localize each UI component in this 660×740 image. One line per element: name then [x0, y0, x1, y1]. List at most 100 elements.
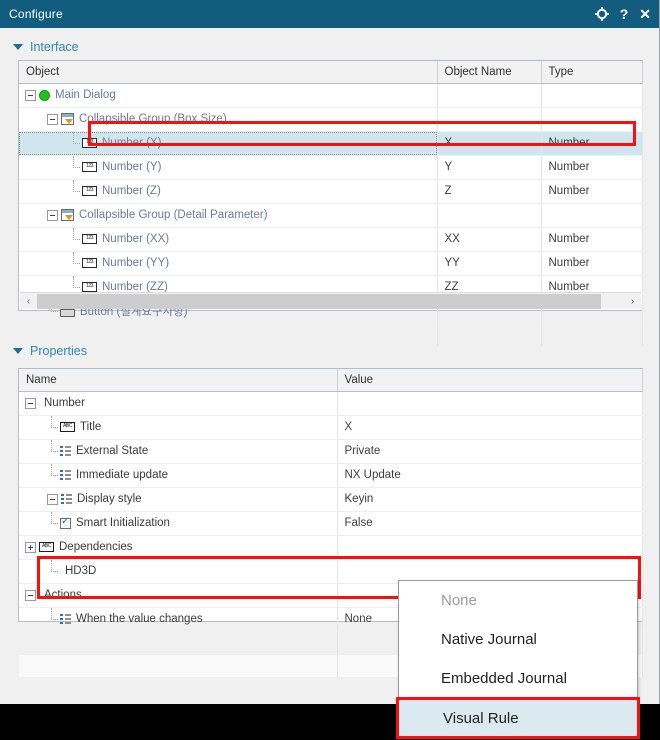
table-row[interactable]: Display style Keyin	[19, 487, 643, 512]
tree-node-label: Collapsible Group (Detail Parameter)	[79, 209, 268, 221]
cell-object-name[interactable]: YY	[437, 251, 542, 276]
cell-object[interactable]: Collapsible Group (Box Size)	[19, 107, 438, 132]
tree-expander-toggle[interactable]	[47, 493, 58, 505]
cell-property-name[interactable]: When the value changes	[19, 607, 338, 632]
tree-connector	[69, 179, 80, 197]
cell-object-name[interactable]	[437, 203, 542, 228]
gear-icon[interactable]	[594, 7, 609, 21]
cell-empty	[19, 654, 338, 678]
action-type-dropdown-menu[interactable]: None Native Journal Embedded Journal	[398, 580, 638, 699]
cell-property-value[interactable]: False	[337, 511, 643, 536]
tree-node-label: Number (YY)	[102, 257, 170, 269]
cell-object-name[interactable]	[437, 83, 542, 108]
cell-property-value[interactable]: Private	[337, 439, 643, 464]
cell-object[interactable]: 123 Number (YY)	[19, 251, 438, 276]
cell-property-name[interactable]: Actions	[19, 583, 338, 608]
cell-type[interactable]	[541, 203, 643, 228]
cell-object-name[interactable]: Y	[437, 155, 542, 180]
cell-type[interactable]	[541, 83, 643, 108]
cell-object-name[interactable]: XX	[437, 227, 542, 252]
cell-property-name[interactable]: HD3D	[19, 559, 338, 584]
table-row[interactable]: ABC Title X	[19, 415, 643, 440]
close-icon[interactable]: ✕	[639, 7, 651, 21]
property-name-label: Display style	[77, 493, 142, 505]
tree-expander-toggle[interactable]	[47, 209, 58, 221]
cell-property-name[interactable]: External State	[19, 439, 338, 464]
menu-item-visual-rule[interactable]: Visual Rule	[396, 697, 640, 739]
table-row[interactable]: 123 Number (X) X Number	[19, 131, 643, 156]
table-row[interactable]: Smart Initialization False	[19, 511, 643, 536]
column-header-value[interactable]: Value	[337, 369, 643, 392]
table-row[interactable]: Number	[19, 391, 643, 416]
menu-item-none[interactable]: None	[399, 581, 637, 620]
table-row[interactable]: ABC Dependencies	[19, 535, 643, 560]
cell-type[interactable]: Number	[541, 131, 643, 156]
number-field-icon: 123	[82, 186, 97, 196]
help-icon[interactable]: ?	[620, 7, 629, 21]
scroll-left-arrow-icon[interactable]: ‹	[20, 293, 37, 310]
tree-connector	[69, 251, 80, 269]
column-header-name[interactable]: Name	[19, 369, 338, 392]
cell-type[interactable]: Number	[541, 155, 643, 180]
tree-node-label: Number (XX)	[102, 233, 170, 245]
cell-property-name[interactable]: Smart Initialization	[19, 511, 338, 536]
cell-object[interactable]: 123 Number (XX)	[19, 227, 438, 252]
table-row[interactable]: Main Dialog	[19, 83, 643, 108]
cell-object[interactable]: 123 Number (Y)	[19, 155, 438, 180]
cell-object[interactable]: 123 Number (X)	[19, 131, 438, 156]
cell-property-value[interactable]	[337, 391, 643, 416]
number-field-icon: 123	[82, 258, 97, 268]
tree-expander-toggle[interactable]	[25, 589, 36, 601]
cell-property-value[interactable]: X	[337, 415, 643, 440]
cell-object-name[interactable]	[437, 107, 542, 132]
scrollbar-track[interactable]	[37, 293, 624, 309]
dialog-icon	[39, 89, 50, 101]
scroll-right-arrow-icon[interactable]: ›	[624, 293, 641, 310]
property-name-label: Dependencies	[59, 541, 133, 553]
number-field-icon: 123	[82, 282, 97, 292]
cell-property-name[interactable]: Display style	[19, 487, 338, 512]
tree-expander-toggle[interactable]	[25, 89, 36, 101]
cell-property-name[interactable]: ABC Title	[19, 415, 338, 440]
cell-property-name[interactable]: Number	[19, 391, 338, 416]
table-row[interactable]: 123 Number (XX) XX Number	[19, 227, 643, 252]
table-row[interactable]: Collapsible Group (Box Size)	[19, 107, 643, 132]
table-row[interactable]: 123 Number (Z) Z Number	[19, 179, 643, 204]
table-row[interactable]: Immediate update NX Update	[19, 463, 643, 488]
cell-type[interactable]	[541, 107, 643, 132]
cell-object-name[interactable]: Z	[437, 179, 542, 204]
interface-horizontal-scrollbar[interactable]: ‹ ›	[20, 292, 641, 309]
column-header-type[interactable]: Type	[541, 61, 643, 84]
cell-type[interactable]: Number	[541, 251, 643, 276]
properties-section-header[interactable]: Properties	[0, 340, 87, 362]
tree-expander-toggle[interactable]	[47, 113, 58, 125]
cell-type[interactable]: Number	[541, 179, 643, 204]
table-row[interactable]: 123 Number (Y) Y Number	[19, 155, 643, 180]
cell-property-value[interactable]: Keyin	[337, 487, 643, 512]
tree-connector	[47, 607, 58, 625]
tree-expander-toggle[interactable]	[25, 541, 36, 553]
cell-object-name[interactable]: X	[437, 131, 542, 156]
column-header-object-name[interactable]: Object Name	[437, 61, 542, 84]
tree-connector	[47, 559, 58, 577]
tree-expander-toggle[interactable]	[25, 397, 36, 409]
table-row[interactable]: 123 Number (YY) YY Number	[19, 251, 643, 276]
cell-property-value[interactable]: NX Update	[337, 463, 643, 488]
column-header-object[interactable]: Object	[19, 61, 438, 84]
cell-property-name[interactable]: ABC Dependencies	[19, 535, 338, 560]
cell-object[interactable]: 123 Number (Z)	[19, 179, 438, 204]
tree-node-label: Number (X)	[102, 137, 162, 149]
cell-property-name[interactable]: Immediate update	[19, 463, 338, 488]
scrollbar-thumb[interactable]	[37, 293, 601, 309]
menu-item-native-journal[interactable]: Native Journal	[399, 620, 637, 659]
table-row[interactable]: External State Private	[19, 439, 643, 464]
screenshot-root: Configure ? ✕ Interface Object Object Na…	[0, 0, 660, 740]
cell-property-value[interactable]	[337, 535, 643, 560]
table-row[interactable]: Collapsible Group (Detail Parameter)	[19, 203, 643, 228]
cell-type[interactable]: Number	[541, 227, 643, 252]
interface-section-header[interactable]: Interface	[0, 36, 659, 58]
cell-object[interactable]: Main Dialog	[19, 83, 438, 108]
menu-item-embedded-journal[interactable]: Embedded Journal	[399, 659, 637, 698]
title-bar-controls: ? ✕	[594, 0, 651, 28]
cell-object[interactable]: Collapsible Group (Detail Parameter)	[19, 203, 438, 228]
